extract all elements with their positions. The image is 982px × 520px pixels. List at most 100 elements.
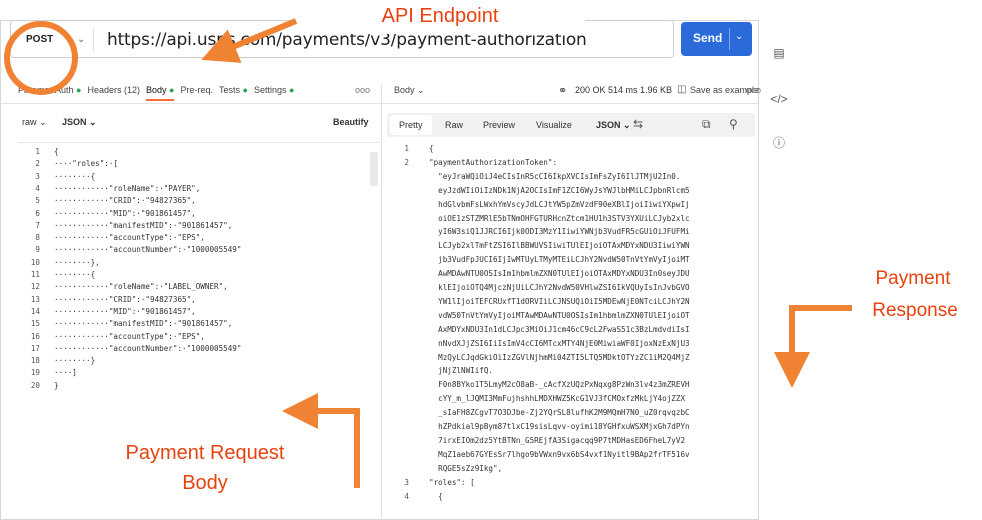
line-number: 9 [35,245,40,255]
response-line: AwMDAwNTU0OSIsIm1hbmlmZXN0TUlEIjoiOTAxMD… [387,269,755,280]
annotation-payment-request-2: Body [182,472,228,494]
line-content: vdW50TnVtYmVyIjoiMTAwMDAwNTU0OSIsIm1hbml… [429,310,690,320]
line-content: "eyJraWQiOiJ4eCIsInR5cCI6IkpXVCIsImFsZyI… [429,171,681,181]
send-button[interactable]: Send ⌄ [681,22,752,56]
view-tab-visualize[interactable]: Visualize [536,120,572,130]
active-dot-icon: ● [76,85,82,95]
line-content: klEIjoiOTQ4MjczNjUiLCJhY2NvdW50VHlwZSI6I… [429,283,690,292]
response-line: oiOE1zSTZMRlE5bTNmOHFGTURHcnZtcm1HU1h3ST… [387,214,755,225]
pane-divider[interactable] [381,84,382,520]
arrow-to-response [774,305,852,388]
response-body-select[interactable]: Body ⌄ [394,85,425,96]
line-number: 4 [404,491,409,501]
line-number: 17 [30,343,40,353]
response-more-button[interactable]: ooo [746,85,761,95]
response-line: eyJzdWIiOiIzNDk1NjA2OCIsImF1ZCI6WyJsYWJl… [387,186,755,197]
line-content: MqZ1aeb67GYEsSr7lhgo9bVWxn9vx6bS4vxf1Nyi… [429,449,690,459]
tab-body[interactable]: Body ● [146,85,175,101]
tab-settings[interactable]: Settings ● [254,85,294,101]
line-content: { [54,147,59,156]
method-highlight-circle [4,21,78,95]
response-line: 2 "paymentAuthorizationToken": [387,158,755,169]
tab-headers-label: Headers (12) [87,85,141,95]
code-line: 3 ········{ [18,172,380,183]
response-body-label: Body [394,85,415,95]
response-header: Body ⌄ ⚭ 200 OK 514 ms 1.96 KB ◫ Save as… [390,84,761,101]
tab-headers[interactable]: Headers (12) [87,85,140,101]
line-content: ····"roles":·[ [54,159,119,169]
tab-divider [1,103,758,104]
line-content: AwMDAwNTU0OSIsIm1hbmlmZXN0TUlEIjoiOTAxMD… [429,269,690,279]
code-line: 16 ············"accountType":·"EPS", [18,332,380,343]
response-status: 200 OK 514 ms 1.96 KB [575,85,673,95]
request-more-button[interactable]: ooo [355,85,370,95]
line-number: 2 [404,157,409,167]
code-line: 18 ········} [18,356,380,367]
code-line: 13 ············"CRID":·"94827365", [18,295,380,306]
response-line: cYY_m_lJQMI3MmFujhshhLMDXHWZ5KcG1VJ3fCMO… [387,394,755,405]
view-tab-raw[interactable]: Raw [445,120,463,130]
line-number: 5 [35,196,40,206]
view-tab-preview[interactable]: Preview [483,120,515,130]
line-content: ········} [54,356,96,366]
line-number: 2 [35,159,40,169]
code-line: 9 ············"accountNumber":·"100000554… [18,245,380,256]
search-icon[interactable]: ⚲ [729,117,738,131]
editor-scrollbar[interactable] [370,152,378,186]
tab-body-label: Body [146,85,167,95]
body-type-label: raw [22,117,37,127]
code-line: 17 ············"accountNumber":·"10000055… [18,344,380,355]
line-number: 1 [35,147,40,156]
response-line: hdGlvbmFsLWxhYmVscyJdLCJtYW5pZmVzdF90eXB… [387,200,755,211]
line-content: ········}, [54,257,100,267]
response-line: nNvdXJjZSI6IiIsImV4cCI6MTcxMTY4NjE0Miwia… [387,339,755,350]
globe-icon[interactable]: ⚭ [558,84,567,97]
code-line: 1{ [18,147,380,158]
send-options-chevron-icon[interactable]: ⌄ [735,31,743,42]
body-type-select[interactable]: raw ⌄ [22,117,47,128]
response-format-select[interactable]: JSON ⌄ [596,120,631,131]
tab-pre-request[interactable]: Pre-req. [180,85,213,101]
line-content: jb3VudFpJUCI6IjIwMTUyLTMyMTEiLCJhY2NvdW5… [429,255,690,265]
tab-tests[interactable]: Tests ● [219,85,248,101]
save-icon[interactable]: ◫ [677,84,686,95]
annotation-payment-response-1: Payment [875,268,951,289]
send-divider [729,28,730,50]
line-content: hZPdkial9pBym87tlxC19sisLqvv-oyimi18YGHf… [429,422,690,431]
response-line: jb3VudFpJUCI6IjIwMTUyLTMyMTEiLCJhY2NvdW5… [387,255,755,266]
line-number: 13 [30,294,40,304]
code-line: 19 ····] [18,368,380,379]
copy-icon[interactable]: ⧉ [702,117,711,132]
code-icon[interactable]: </> [768,88,790,110]
view-tab-pretty[interactable]: Pretty [390,115,432,135]
code-line: 8 ············"accountType":·"EPS", [18,233,380,244]
line-content: hdGlvbmFsLWxhYmVscyJdLCJtYW5pZmVzdF90eXB… [429,199,690,209]
code-line: 6 ············"MID":·"901861457", [18,209,380,220]
chevron-down-icon[interactable]: ⌄ [77,34,85,45]
response-line: _sIaFH8ZCgvT7O3DJbe-Zj2YQrSL8lufhK2M9MQm… [387,408,755,419]
line-content: { [429,144,434,153]
response-body-viewer[interactable]: 1{2 "paymentAuthorizationToken": "eyJraWQ… [387,142,755,520]
line-number: 3 [35,171,40,181]
body-format-select[interactable]: JSON ⌄ [62,117,97,128]
tab-pre-request-label: Pre-req. [180,85,213,95]
beautify-button[interactable]: Beautify [333,117,369,127]
line-content: _sIaFH8ZCgvT7O3DJbe-Zj2YQrSL8lufhK2M9MQm… [429,408,690,418]
response-line: yI6W3siQ1JJRCI6Ijk0ODI3MzY1IiwiYWNjb3Vud… [387,227,755,238]
response-line: MqZ1aeb67GYEsSr7lhgo9bVWxn9vx6bS4vxf1Nyi… [387,450,755,461]
wrap-lines-icon[interactable]: ⇆ [633,117,643,131]
line-number: 15 [30,319,40,329]
send-button-label: Send [693,31,723,45]
response-line: "eyJraWQiOiJ4eCIsInR5cCI6IkpXVCIsImFsZyI… [387,172,755,183]
request-body-toolbar: raw ⌄ JSON ⌄ Beautify [18,113,370,135]
line-content: "paymentAuthorizationToken": [429,157,558,167]
info-icon[interactable]: ⓘ [768,131,790,153]
tab-tests-label: Tests [219,85,241,95]
line-content: ············"roleName":·"PAYER", [54,183,201,193]
body-format-label: JSON [62,117,87,127]
right-icon-rail: ▤ </> ⓘ [760,30,800,520]
line-number: 8 [35,233,40,243]
document-icon[interactable]: ▤ [768,42,790,64]
line-content: ········{ [54,270,96,279]
line-content: ············"accountType":·"EPS", [54,331,205,341]
